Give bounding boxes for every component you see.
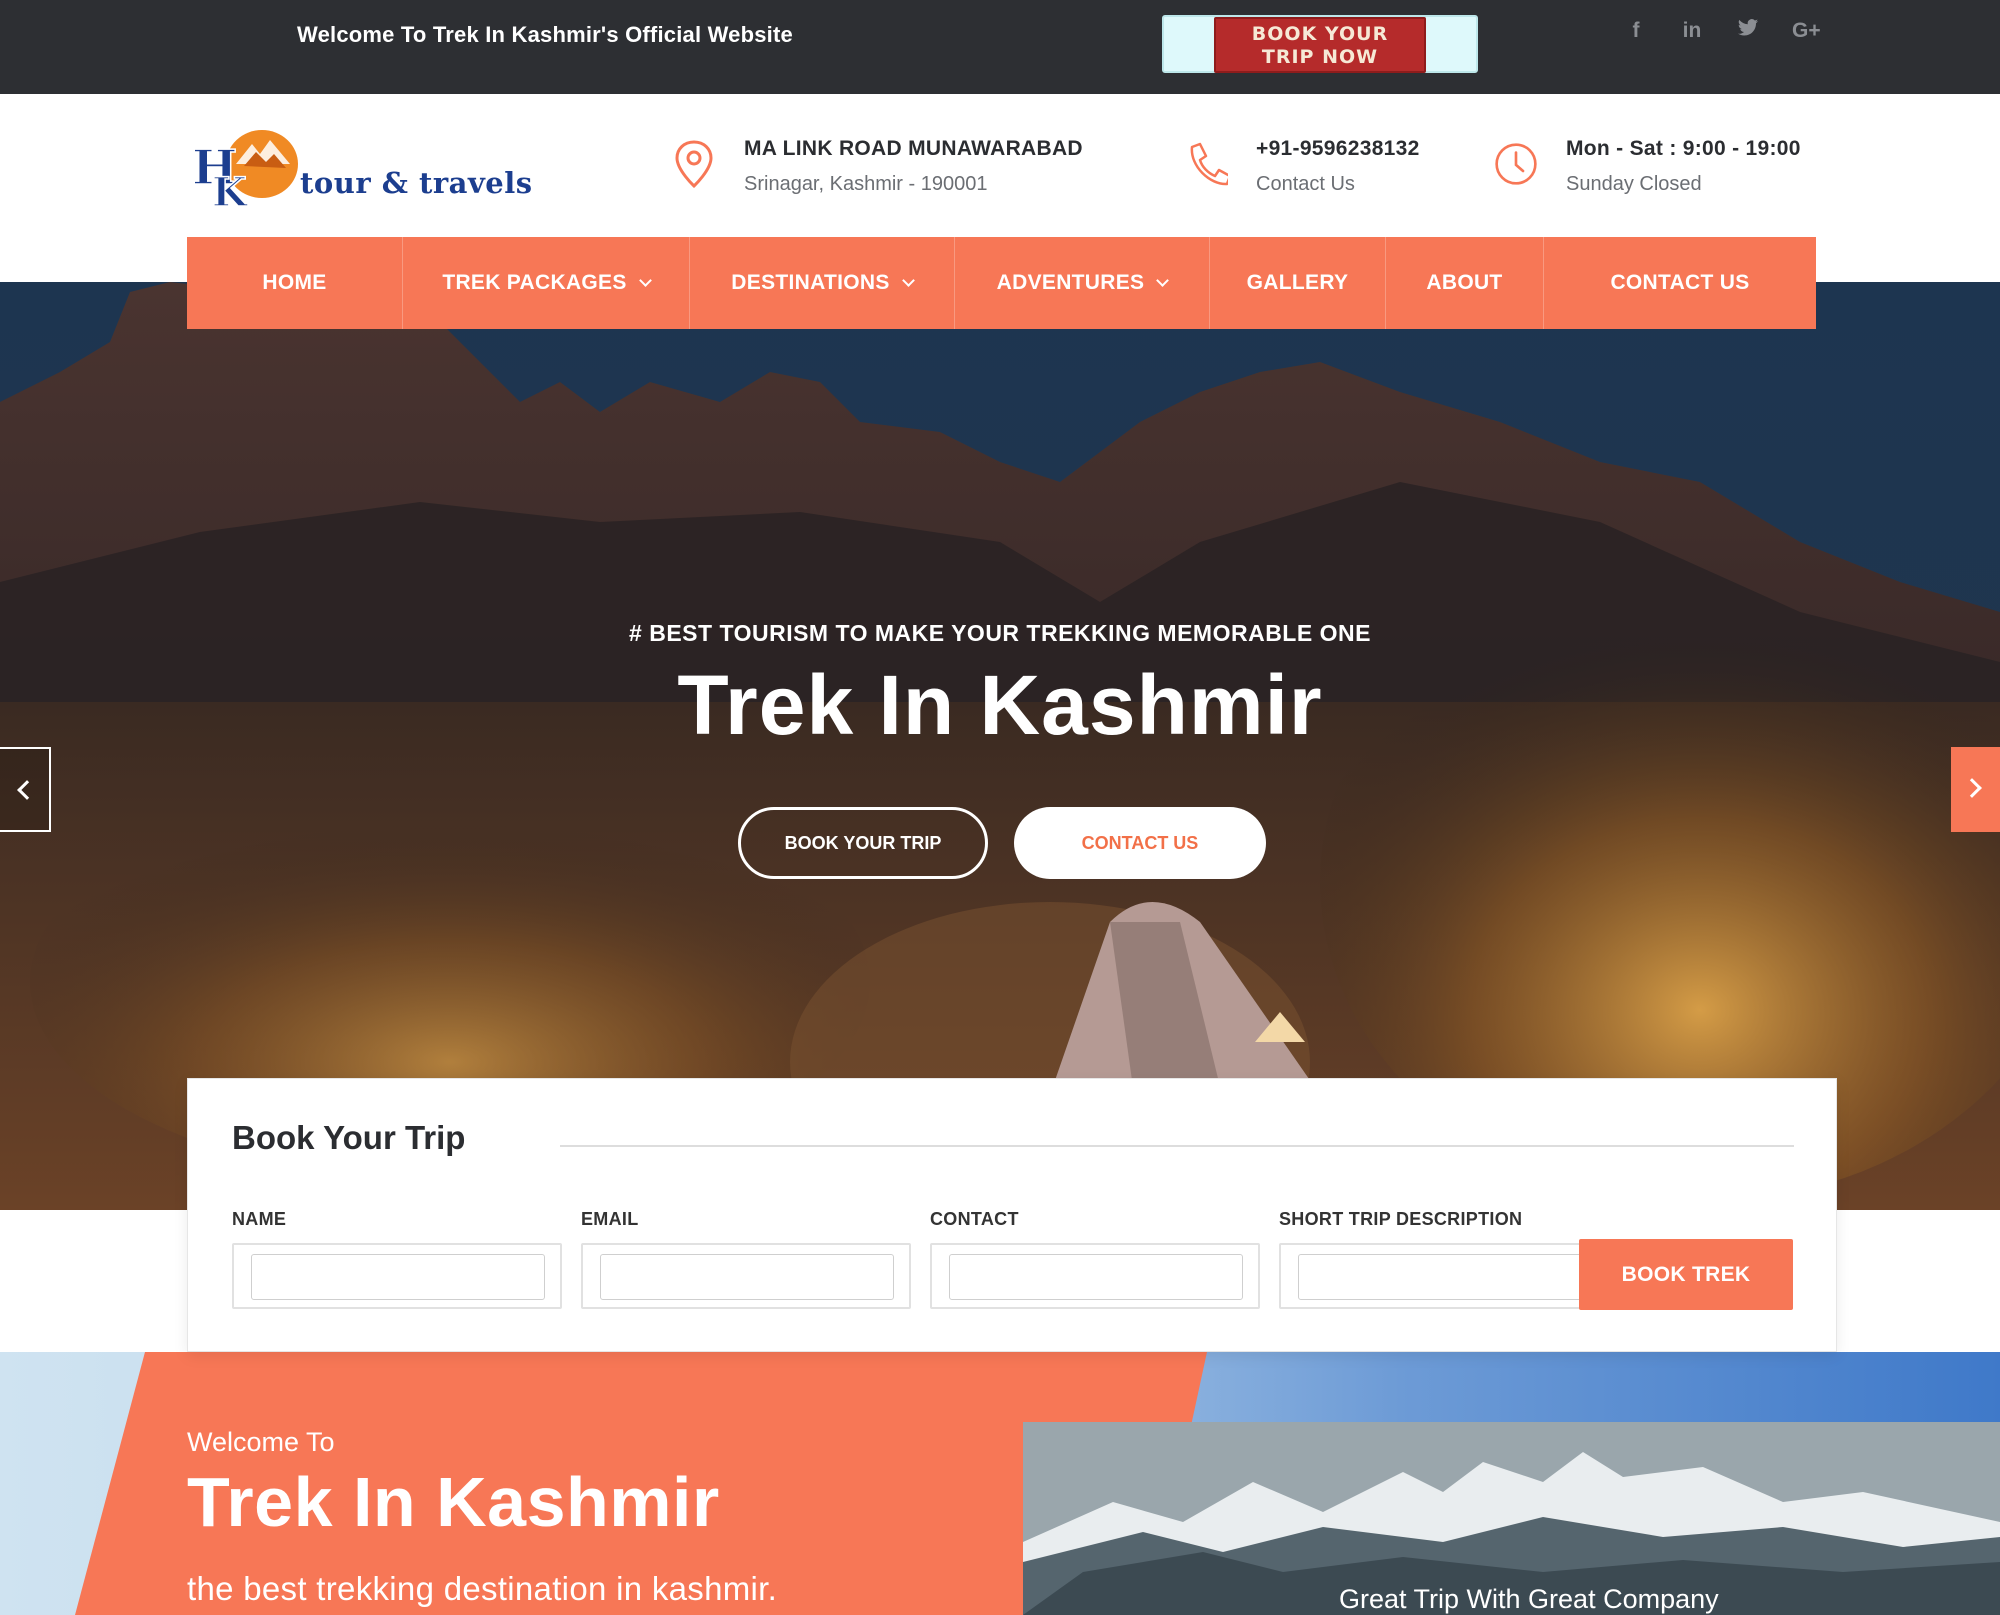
book-banner-line-1: BOOK YOUR (1251, 23, 1389, 45)
logo-text: tour & travels (300, 166, 533, 200)
social-links: f in G+ (1624, 18, 1821, 44)
nav-about[interactable]: ABOUT (1386, 237, 1544, 329)
welcome-section: Welcome To Trek In Kashmir the best trek… (0, 1352, 2000, 1615)
book-banner-line-2: TRIP NOW (1261, 46, 1379, 68)
welcome-subtitle: the best trekking destination in kashmir… (187, 1570, 778, 1607)
welcome-title: Trek In Kashmir (187, 1463, 720, 1541)
book-your-trip-button[interactable]: BOOK YOUR TRIP (738, 807, 988, 879)
nav-contact-us[interactable]: CONTACT US (1544, 237, 1816, 329)
email-label: EMAIL (581, 1209, 639, 1229)
logo-mark-icon: H K (191, 130, 298, 212)
nav-home[interactable]: HOME (187, 237, 403, 329)
book-trek-button[interactable]: BOOK TREK (1579, 1239, 1793, 1310)
contact-us-button[interactable]: CONTACT US (1014, 807, 1266, 879)
book-trip-banner-button[interactable]: BOOK YOUR TRIP NOW (1214, 17, 1426, 73)
title-divider (560, 1145, 1794, 1147)
phone-number[interactable]: +91-9596238132 (1256, 137, 1420, 161)
trip-description-field[interactable] (1298, 1254, 1592, 1300)
nav-label: ABOUT (1426, 271, 1503, 294)
svg-text:K: K (212, 169, 248, 212)
booking-form: Book Your Trip NAME EMAIL CONTACT SHORT … (187, 1078, 1837, 1352)
hero-slider: # BEST TOURISM TO MAKE YOUR TREKKING MEM… (0, 282, 2000, 1210)
booking-title: Book Your Trip (232, 1119, 466, 1156)
site-logo[interactable]: H K tour & travels (190, 122, 540, 212)
trip-description-field-wrap (1279, 1243, 1609, 1309)
email-field-wrap (581, 1243, 911, 1309)
chevron-down-icon (1156, 273, 1170, 287)
chevron-down-icon (901, 273, 915, 287)
welcome-photo: Great Trip With Great Company (1023, 1422, 2000, 1615)
phone-icon (1190, 142, 1228, 186)
contact-field[interactable] (949, 1254, 1243, 1300)
twitter-icon[interactable] (1736, 18, 1760, 44)
trip-description-label: SHORT TRIP DESCRIPTION (1279, 1209, 1523, 1229)
slider-next-button[interactable] (1951, 747, 2000, 832)
name-field[interactable] (251, 1254, 545, 1300)
clock-icon (1495, 143, 1537, 185)
nav-adventures[interactable]: ADVENTURES (955, 237, 1210, 329)
name-field-wrap (232, 1243, 562, 1309)
nav-gallery[interactable]: GALLERY (1210, 237, 1386, 329)
address-line-1: MA LINK ROAD MUNAWARABAD (744, 137, 1083, 160)
email-field[interactable] (600, 1254, 894, 1300)
linkedin-icon[interactable]: in (1680, 18, 1704, 44)
facebook-icon[interactable]: f (1624, 18, 1648, 44)
google-plus-icon[interactable]: G+ (1792, 18, 1821, 44)
nav-trek-packages[interactable]: TREK PACKAGES (403, 237, 690, 329)
slider-prev-button[interactable] (0, 747, 51, 832)
nav-destinations[interactable]: DESTINATIONS (690, 237, 955, 329)
hero-eyebrow: # BEST TOURISM TO MAKE YOUR TREKKING MEM… (629, 620, 1371, 646)
nav-label: GALLERY (1246, 271, 1349, 294)
location-pin-icon (675, 140, 713, 189)
nav-label: DESTINATIONS (731, 271, 890, 294)
chevron-down-icon (638, 273, 652, 287)
chevron-right-icon (1962, 778, 1982, 798)
nav-label: TREK PACKAGES (442, 271, 627, 294)
hours-weekdays: Mon - Sat : 9:00 - 19:00 (1566, 137, 1801, 160)
photo-caption: Great Trip With Great Company (1339, 1584, 1719, 1614)
welcome-intro: Welcome To (187, 1427, 335, 1457)
top-bar: Welcome To Trek In Kashmir's Official We… (0, 0, 2000, 94)
main-nav: HOME TREK PACKAGES DESTINATIONS ADVENTUR… (187, 237, 1816, 329)
phone-label: Contact Us (1256, 173, 1355, 195)
nav-label: CONTACT US (1610, 271, 1750, 294)
book-trip-banner[interactable]: BOOK YOUR TRIP NOW (1162, 15, 1478, 73)
contact-label: CONTACT (930, 1209, 1019, 1229)
address-line-2: Srinagar, Kashmir - 190001 (744, 173, 988, 195)
welcome-message: Welcome To Trek In Kashmir's Official We… (297, 22, 793, 47)
contact-field-wrap (930, 1243, 1260, 1309)
nav-label: ADVENTURES (996, 271, 1145, 294)
chevron-left-icon (17, 780, 37, 800)
name-label: NAME (232, 1209, 287, 1229)
hours-sunday: Sunday Closed (1566, 173, 1702, 195)
nav-label: HOME (262, 271, 327, 294)
hero-title: Trek In Kashmir (677, 658, 1323, 752)
